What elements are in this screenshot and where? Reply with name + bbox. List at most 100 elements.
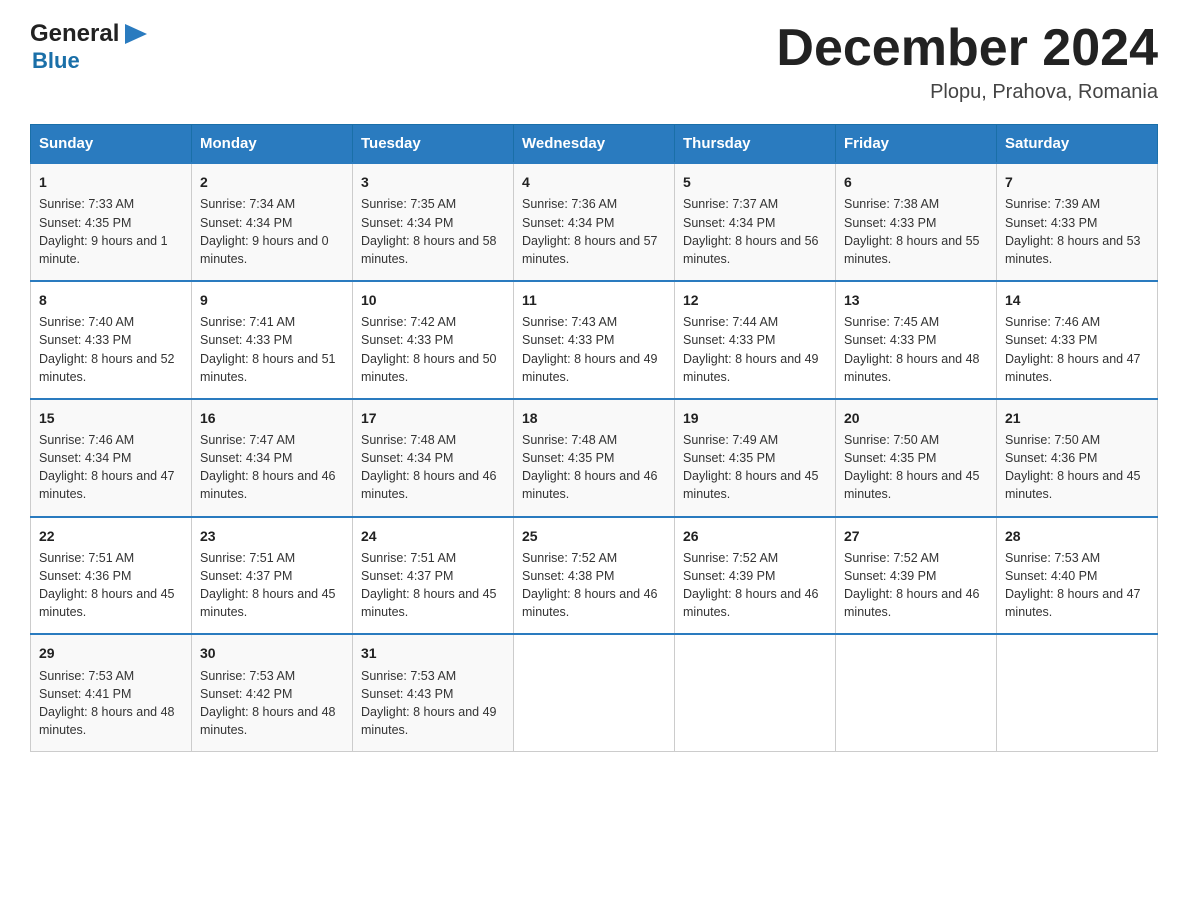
sunrise-label: Sunrise: 7:52 AM — [683, 551, 778, 565]
sunrise-label: Sunrise: 7:52 AM — [522, 551, 617, 565]
day-number: 7 — [1005, 172, 1149, 192]
day-number: 24 — [361, 526, 505, 546]
location-title: Plopu, Prahova, Romania — [776, 81, 1158, 104]
table-row: 29 Sunrise: 7:53 AM Sunset: 4:41 PM Dayl… — [31, 634, 192, 751]
logo-blue-text: Blue — [32, 48, 80, 74]
sunrise-label: Sunrise: 7:44 AM — [683, 315, 778, 329]
daylight-label: Daylight: 8 hours and 56 minutes. — [683, 234, 819, 266]
sunset-label: Sunset: 4:35 PM — [683, 451, 775, 465]
sunset-label: Sunset: 4:33 PM — [361, 333, 453, 347]
daylight-label: Daylight: 8 hours and 58 minutes. — [361, 234, 497, 266]
table-row: 18 Sunrise: 7:48 AM Sunset: 4:35 PM Dayl… — [514, 399, 675, 517]
calendar-week-row: 15 Sunrise: 7:46 AM Sunset: 4:34 PM Dayl… — [31, 399, 1158, 517]
daylight-label: Daylight: 8 hours and 47 minutes. — [1005, 352, 1141, 384]
sunrise-label: Sunrise: 7:50 AM — [1005, 433, 1100, 447]
col-saturday: Saturday — [997, 125, 1158, 164]
table-row: 21 Sunrise: 7:50 AM Sunset: 4:36 PM Dayl… — [997, 399, 1158, 517]
day-number: 30 — [200, 643, 344, 663]
daylight-label: Daylight: 8 hours and 46 minutes. — [361, 469, 497, 501]
day-number: 12 — [683, 290, 827, 310]
sunrise-label: Sunrise: 7:53 AM — [1005, 551, 1100, 565]
table-row: 14 Sunrise: 7:46 AM Sunset: 4:33 PM Dayl… — [997, 281, 1158, 399]
daylight-label: Daylight: 8 hours and 52 minutes. — [39, 352, 175, 384]
day-number: 6 — [844, 172, 988, 192]
sunset-label: Sunset: 4:34 PM — [361, 451, 453, 465]
table-row: 5 Sunrise: 7:37 AM Sunset: 4:34 PM Dayli… — [675, 163, 836, 281]
logo-arrow-icon — [121, 20, 151, 48]
sunrise-label: Sunrise: 7:50 AM — [844, 433, 939, 447]
sunrise-label: Sunrise: 7:46 AM — [39, 433, 134, 447]
day-number: 5 — [683, 172, 827, 192]
day-number: 22 — [39, 526, 183, 546]
day-number: 25 — [522, 526, 666, 546]
day-number: 1 — [39, 172, 183, 192]
sunrise-label: Sunrise: 7:53 AM — [39, 669, 134, 683]
daylight-label: Daylight: 8 hours and 45 minutes. — [200, 587, 336, 619]
table-row: 3 Sunrise: 7:35 AM Sunset: 4:34 PM Dayli… — [353, 163, 514, 281]
day-number: 20 — [844, 408, 988, 428]
daylight-label: Daylight: 8 hours and 55 minutes. — [844, 234, 980, 266]
day-number: 17 — [361, 408, 505, 428]
sunset-label: Sunset: 4:42 PM — [200, 687, 292, 701]
sunrise-label: Sunrise: 7:34 AM — [200, 197, 295, 211]
table-row: 13 Sunrise: 7:45 AM Sunset: 4:33 PM Dayl… — [836, 281, 997, 399]
sunset-label: Sunset: 4:33 PM — [683, 333, 775, 347]
daylight-label: Daylight: 8 hours and 50 minutes. — [361, 352, 497, 384]
table-row: 10 Sunrise: 7:42 AM Sunset: 4:33 PM Dayl… — [353, 281, 514, 399]
day-number: 15 — [39, 408, 183, 428]
day-number: 26 — [683, 526, 827, 546]
sunrise-label: Sunrise: 7:51 AM — [39, 551, 134, 565]
sunset-label: Sunset: 4:34 PM — [683, 216, 775, 230]
daylight-label: Daylight: 8 hours and 46 minutes. — [522, 587, 658, 619]
day-number: 11 — [522, 290, 666, 310]
table-row: 19 Sunrise: 7:49 AM Sunset: 4:35 PM Dayl… — [675, 399, 836, 517]
col-sunday: Sunday — [31, 125, 192, 164]
sunset-label: Sunset: 4:39 PM — [683, 569, 775, 583]
col-thursday: Thursday — [675, 125, 836, 164]
table-row: 28 Sunrise: 7:53 AM Sunset: 4:40 PM Dayl… — [997, 517, 1158, 635]
sunset-label: Sunset: 4:33 PM — [200, 333, 292, 347]
table-row: 20 Sunrise: 7:50 AM Sunset: 4:35 PM Dayl… — [836, 399, 997, 517]
table-row: 25 Sunrise: 7:52 AM Sunset: 4:38 PM Dayl… — [514, 517, 675, 635]
sunset-label: Sunset: 4:33 PM — [1005, 333, 1097, 347]
sunset-label: Sunset: 4:33 PM — [844, 216, 936, 230]
table-row: 4 Sunrise: 7:36 AM Sunset: 4:34 PM Dayli… — [514, 163, 675, 281]
col-monday: Monday — [192, 125, 353, 164]
daylight-label: Daylight: 8 hours and 49 minutes. — [522, 352, 658, 384]
sunset-label: Sunset: 4:41 PM — [39, 687, 131, 701]
sunset-label: Sunset: 4:35 PM — [844, 451, 936, 465]
daylight-label: Daylight: 8 hours and 45 minutes. — [361, 587, 497, 619]
table-row: 27 Sunrise: 7:52 AM Sunset: 4:39 PM Dayl… — [836, 517, 997, 635]
daylight-label: Daylight: 8 hours and 45 minutes. — [1005, 469, 1141, 501]
table-row: 22 Sunrise: 7:51 AM Sunset: 4:36 PM Dayl… — [31, 517, 192, 635]
month-title: December 2024 — [776, 20, 1158, 77]
sunset-label: Sunset: 4:39 PM — [844, 569, 936, 583]
table-row — [675, 634, 836, 751]
sunset-label: Sunset: 4:37 PM — [200, 569, 292, 583]
calendar-week-row: 1 Sunrise: 7:33 AM Sunset: 4:35 PM Dayli… — [31, 163, 1158, 281]
sunrise-label: Sunrise: 7:53 AM — [200, 669, 295, 683]
logo: General Blue — [30, 20, 151, 74]
sunset-label: Sunset: 4:34 PM — [200, 216, 292, 230]
sunset-label: Sunset: 4:33 PM — [522, 333, 614, 347]
table-row: 7 Sunrise: 7:39 AM Sunset: 4:33 PM Dayli… — [997, 163, 1158, 281]
daylight-label: Daylight: 8 hours and 46 minutes. — [200, 469, 336, 501]
day-number: 19 — [683, 408, 827, 428]
sunset-label: Sunset: 4:40 PM — [1005, 569, 1097, 583]
table-row: 31 Sunrise: 7:53 AM Sunset: 4:43 PM Dayl… — [353, 634, 514, 751]
daylight-label: Daylight: 8 hours and 49 minutes. — [361, 705, 497, 737]
sunrise-label: Sunrise: 7:33 AM — [39, 197, 134, 211]
daylight-label: Daylight: 8 hours and 48 minutes. — [39, 705, 175, 737]
sunrise-label: Sunrise: 7:37 AM — [683, 197, 778, 211]
sunrise-label: Sunrise: 7:36 AM — [522, 197, 617, 211]
sunrise-label: Sunrise: 7:39 AM — [1005, 197, 1100, 211]
sunrise-label: Sunrise: 7:38 AM — [844, 197, 939, 211]
sunset-label: Sunset: 4:34 PM — [361, 216, 453, 230]
day-number: 27 — [844, 526, 988, 546]
table-row: 12 Sunrise: 7:44 AM Sunset: 4:33 PM Dayl… — [675, 281, 836, 399]
sunrise-label: Sunrise: 7:45 AM — [844, 315, 939, 329]
sunrise-label: Sunrise: 7:48 AM — [522, 433, 617, 447]
daylight-label: Daylight: 8 hours and 47 minutes. — [39, 469, 175, 501]
day-number: 9 — [200, 290, 344, 310]
table-row — [836, 634, 997, 751]
